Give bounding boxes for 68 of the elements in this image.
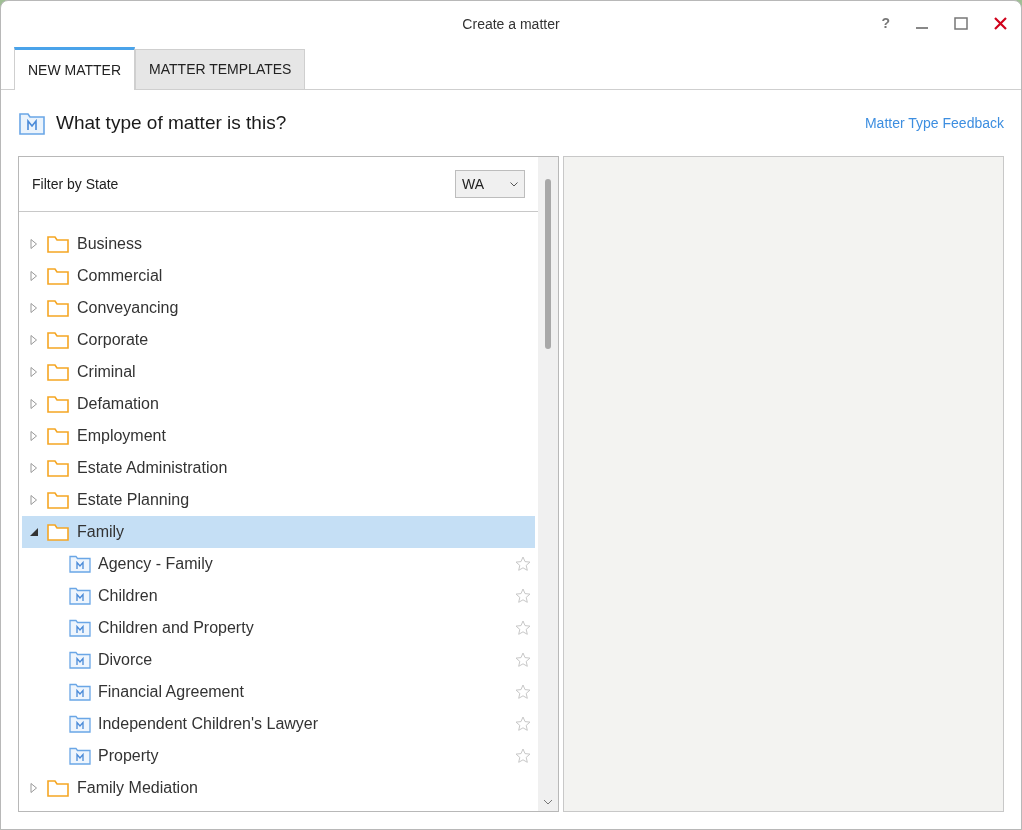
matter-folder-icon [69, 683, 91, 701]
star-icon[interactable] [515, 684, 531, 700]
state-dropdown[interactable]: WA [455, 170, 525, 198]
matter-folder-icon [69, 619, 91, 637]
expand-arrow-icon[interactable] [29, 431, 39, 441]
matter-type-item[interactable]: Financial Agreement [22, 676, 535, 708]
star-icon[interactable] [515, 556, 531, 572]
star-icon[interactable] [515, 652, 531, 668]
expand-arrow-icon[interactable] [29, 463, 39, 473]
star-icon[interactable] [515, 620, 531, 636]
matter-folder-icon [69, 715, 91, 733]
matter-type-item[interactable]: Independent Children's Lawyer [22, 708, 535, 740]
matter-type-item[interactable]: Children [22, 580, 535, 612]
tab[interactable]: NEW MATTER [14, 47, 136, 90]
help-button[interactable]: ? [881, 13, 890, 34]
expand-arrow-icon[interactable] [29, 271, 39, 281]
tree-item[interactable]: Estate Administration [22, 452, 535, 484]
tab[interactable]: MATTER TEMPLATES [135, 49, 306, 89]
matter-folder-icon [69, 555, 91, 573]
folder-icon [47, 331, 69, 349]
matter-folder-icon [69, 651, 91, 669]
close-icon[interactable] [994, 17, 1007, 30]
expand-arrow-icon[interactable] [29, 303, 39, 313]
matter-type-item[interactable]: Children and Property [22, 612, 535, 644]
caret-icon [510, 181, 518, 187]
folder-icon [47, 523, 69, 541]
matter-folder-icon [69, 747, 91, 765]
expand-arrow-icon[interactable] [29, 783, 39, 793]
folder-icon [47, 235, 69, 253]
expand-arrow-icon[interactable] [29, 335, 39, 345]
feedback-link[interactable]: Matter Type Feedback [864, 112, 1004, 134]
tree-item[interactable]: Business [22, 228, 535, 260]
matter-type-item[interactable]: Agency - Family [22, 548, 535, 580]
folder-icon [47, 491, 69, 509]
folder-icon [47, 427, 69, 445]
expand-arrow-icon[interactable] [29, 495, 39, 505]
tree-item[interactable]: Family Mediation [22, 772, 535, 804]
tree-item[interactable]: Conveyancing [22, 292, 535, 324]
scroll-down-icon[interactable] [543, 799, 553, 805]
matter-type-item[interactable]: Property [22, 740, 535, 772]
folder-icon [47, 363, 69, 381]
folder-icon [47, 299, 69, 317]
folder-icon [47, 779, 69, 797]
matter-folder-icon [69, 587, 91, 605]
star-icon[interactable] [515, 588, 531, 604]
filter-label: Filter by State [32, 174, 119, 194]
folder-icon [47, 395, 69, 413]
tree-item[interactable]: Employment [22, 420, 535, 452]
tree-item[interactable]: Corporate [22, 324, 535, 356]
tree-item[interactable]: Estate Planning [22, 484, 535, 516]
matter-type-item[interactable]: Divorce [22, 644, 535, 676]
star-icon[interactable] [515, 716, 531, 732]
window-title: Create a matter [462, 14, 560, 34]
maximize-icon[interactable] [954, 17, 968, 30]
scrollbar[interactable] [538, 157, 558, 811]
expand-arrow-icon[interactable] [29, 367, 39, 377]
expand-arrow-icon[interactable] [29, 239, 39, 249]
tree-item[interactable]: Commercial [22, 260, 535, 292]
tree-item[interactable]: Criminal [22, 356, 535, 388]
star-icon[interactable] [515, 748, 531, 764]
folder-icon [47, 267, 69, 285]
tree-item[interactable]: Defamation [22, 388, 535, 420]
folder-icon [47, 459, 69, 477]
expand-arrow-icon[interactable] [29, 399, 39, 409]
tree-item[interactable]: Family [22, 516, 535, 548]
expanded-arrow-icon[interactable] [29, 527, 39, 537]
matter-folder-icon [18, 110, 46, 136]
heading: What type of matter is this? [56, 110, 287, 135]
